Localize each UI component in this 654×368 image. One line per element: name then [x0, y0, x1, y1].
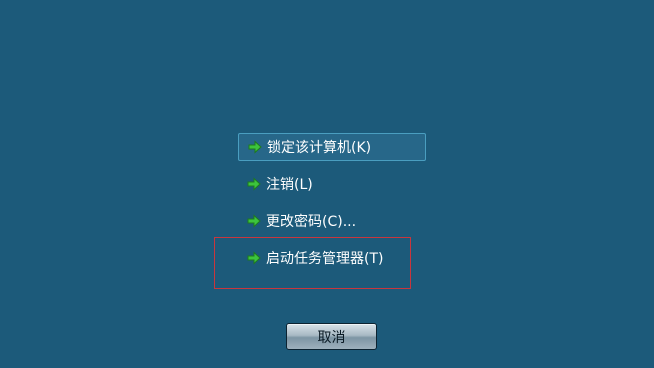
- menu-item-change-password[interactable]: 更改密码(C)...: [238, 207, 426, 235]
- cancel-button[interactable]: 取消: [286, 323, 377, 350]
- menu-item-label: 启动任务管理器(T): [266, 251, 384, 267]
- green-arrow-icon: [247, 177, 261, 191]
- cancel-button-label: 取消: [317, 329, 346, 346]
- menu-item-log-off[interactable]: 注销(L): [238, 170, 426, 198]
- menu-item-label: 更改密码(C)...: [266, 214, 357, 230]
- menu-item-label: 锁定该计算机(K): [267, 140, 372, 156]
- green-arrow-icon: [248, 140, 262, 154]
- menu-item-label: 注销(L): [266, 177, 313, 193]
- menu-item-start-task-manager[interactable]: 启动任务管理器(T): [238, 244, 426, 272]
- menu-item-lock-computer[interactable]: 锁定该计算机(K): [238, 133, 426, 161]
- green-arrow-icon: [247, 251, 261, 265]
- green-arrow-icon: [247, 214, 261, 228]
